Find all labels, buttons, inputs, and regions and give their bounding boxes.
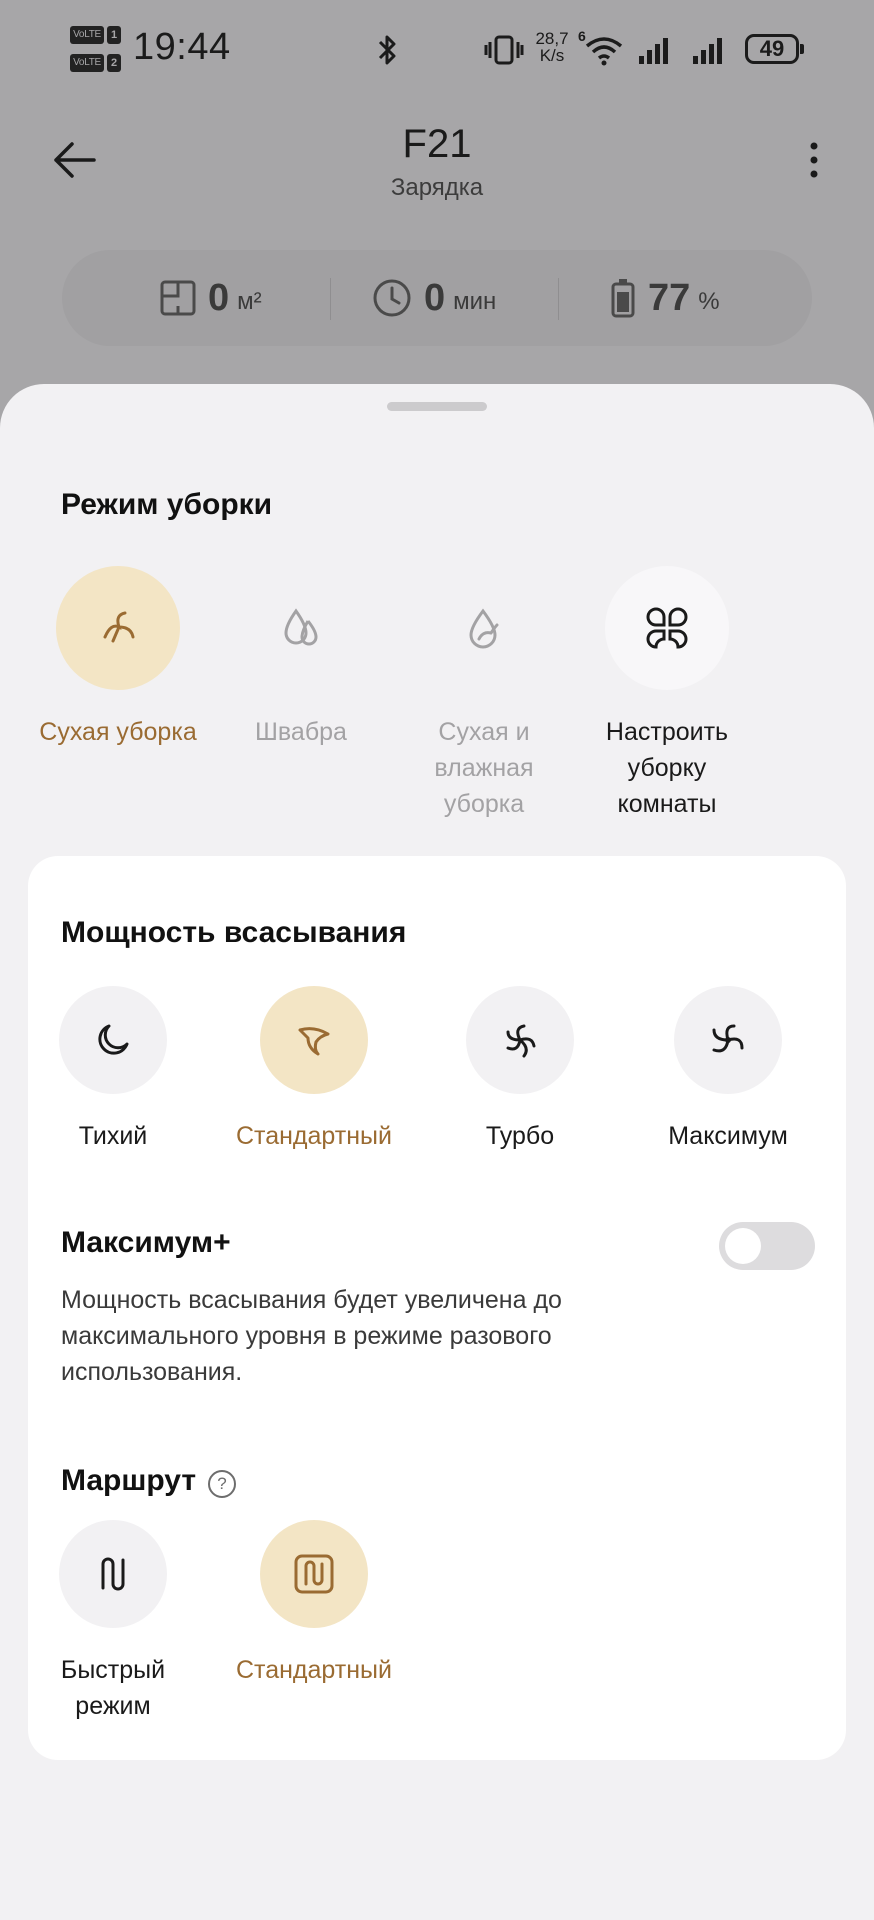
area-icon [160,280,196,316]
suction-title: Мощность всасывания [61,916,407,949]
suction-label: Турбо [485,1122,555,1150]
clock-icon [373,279,411,317]
custom-room-icon [605,566,729,690]
area-unit: м² [237,288,262,315]
time-stat: 0 мин [372,250,496,346]
route-standard[interactable]: Стандартный [224,1520,404,1688]
device-status: Зарядка [390,174,484,201]
sim-number: 1 [107,26,121,44]
area-value: 0 [208,276,230,319]
network-speed-unit: K/s [539,46,565,65]
wifi-indicator: 6 [578,28,628,68]
volte-tag: VoLTE [70,26,104,44]
battery-indicator: 49 [745,34,804,64]
page-title: F21 [402,122,472,166]
dry-clean-icon [56,566,180,690]
standard-fan-icon [260,986,368,1094]
battery-icon [611,279,635,318]
volte-sim1-indicator: VoLTE 1 [70,26,122,46]
max-fan-icon [674,986,782,1094]
mode-label: Настроить уборку комнаты [605,718,729,818]
quiet-icon [59,986,167,1094]
stats-bar: 0 м² 0 мин 77 % [62,250,812,346]
status-bar: VoLTE 1 VoLTE 2 19:44 28,7 K/s 6 49 [0,0,874,100]
route-fast[interactable]: Быстрый режим [28,1520,198,1724]
signal-sim1-icon [639,38,668,64]
max-plus-description: Мощность всасывания будет увеличена до м… [61,1286,562,1386]
battery-value: 77 [648,276,691,319]
time-unit: мин [453,288,497,315]
suction-standard[interactable]: Стандартный [224,986,404,1154]
suction-route-card: Мощность всасывания Тихий Стандартный Ту… [28,856,846,1760]
sheet-drag-handle[interactable] [387,402,487,411]
suction-label: Максимум [668,1122,788,1150]
suction-label: Стандартный [236,1122,392,1150]
route-label: Стандартный [236,1656,392,1684]
network-speed-value: 28,7 [535,29,569,48]
mode-label: Сухая уборка [39,718,197,746]
mode-label: Швабра [255,718,347,746]
suction-turbo[interactable]: Турбо [430,986,610,1154]
status-time: 19:44 [133,26,231,68]
mode-dry-wet[interactable]: Сухая и влажная уборка [394,566,574,822]
time-value: 0 [424,276,446,319]
max-plus-title: Максимум+ [61,1226,231,1259]
stats-divider [330,278,331,320]
route-label: Быстрый режим [60,1656,166,1720]
area-stat: 0 м² [160,250,262,346]
help-icon[interactable]: ? [208,1470,236,1498]
suction-max[interactable]: Максимум [628,986,828,1154]
mode-label: Сухая и влажная уборка [434,718,534,818]
max-plus-toggle[interactable] [719,1222,815,1270]
battery-unit: % [698,288,720,315]
volte-tag: VoLTE [70,54,104,72]
wifi-icon [585,37,623,66]
standard-route-icon [260,1520,368,1628]
cleaning-mode-title: Режим уборки [61,488,273,521]
vibrate-icon [484,35,524,65]
battery-stat: 77 % [610,250,720,346]
settings-sheet: Режим уборки Сухая уборка Швабра Сухая и… [0,384,874,1920]
sim-number: 2 [107,54,121,72]
volte-sim2-indicator: VoLTE 2 [70,54,122,74]
bluetooth-icon [378,35,396,65]
dry-wet-icon [422,566,546,690]
fast-route-icon [59,1520,167,1628]
signal-sim2-icon [693,38,722,64]
suction-quiet[interactable]: Тихий [33,986,193,1154]
route-title: Маршрут [61,1464,197,1497]
network-speed: 28,7 K/s [530,30,574,64]
mop-icon [239,566,363,690]
toggle-knob [725,1228,761,1264]
mode-mop[interactable]: Швабра [211,566,391,750]
stats-divider [558,278,559,320]
suction-label: Тихий [78,1122,148,1150]
mode-dry-clean[interactable]: Сухая уборка [28,566,208,750]
mode-custom-room[interactable]: Настроить уборку комнаты [577,566,757,822]
more-options-button[interactable] [800,136,828,184]
turbo-fan-icon [466,986,574,1094]
